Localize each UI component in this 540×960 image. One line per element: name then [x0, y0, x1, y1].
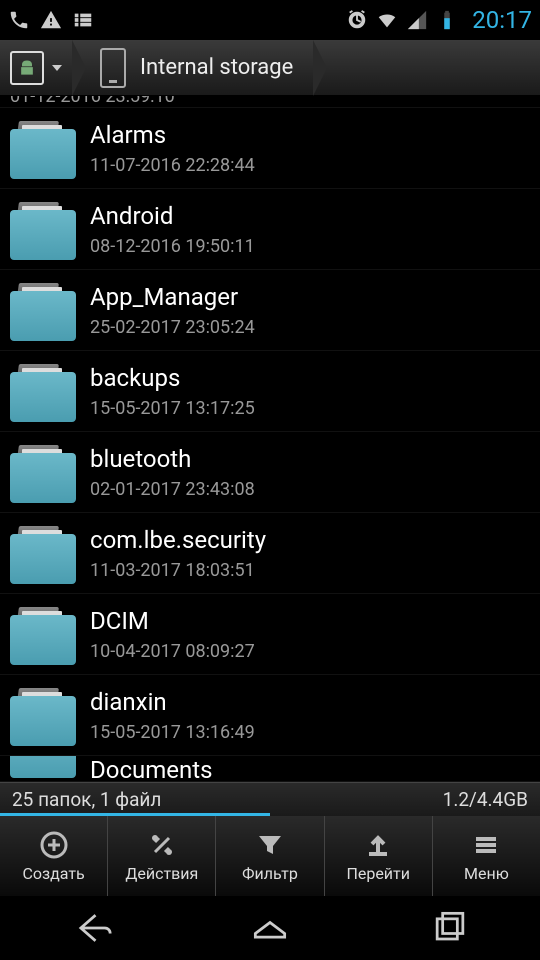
summary-bar: 25 папок, 1 файл 1.2/4.4GB — [0, 782, 540, 816]
folder-icon — [10, 360, 76, 422]
filter-icon — [255, 830, 285, 860]
folder-icon — [10, 684, 76, 746]
list-item[interactable]: App_Manager 25-02-2017 23:05:24 — [0, 270, 540, 351]
wifi-icon — [376, 9, 398, 31]
dir-tag: 08-12-2016 19:50:11 — [90, 236, 255, 257]
timestamp: 11-07-2016 22:28:44 — [90, 155, 255, 176]
tool-label: Действия — [125, 864, 198, 883]
file-name: backups — [90, 364, 528, 392]
dir-tag: 15-05-2017 13:16:49 — [90, 722, 255, 743]
list-item[interactable]: Documents — [0, 756, 540, 782]
file-name: dianxin — [90, 688, 528, 716]
filter-button[interactable]: Фильтр — [216, 816, 324, 896]
dir-tag: 15-05-2017 13:17:25 — [90, 398, 255, 419]
warning-icon — [40, 9, 62, 31]
app-icon — [10, 51, 44, 85]
back-button[interactable] — [68, 906, 112, 950]
tool-label: Перейти — [346, 864, 410, 883]
file-name: Documents — [90, 756, 528, 782]
status-bar: 20:17 — [0, 0, 540, 40]
list-item[interactable]: bluetooth 02-01-2017 23:43:08 — [0, 432, 540, 513]
system-nav-bar — [0, 896, 540, 960]
recent-button[interactable] — [428, 906, 472, 950]
tool-label: Меню — [464, 864, 509, 883]
create-button[interactable]: Создать — [0, 816, 108, 896]
file-name: com.lbe.security — [90, 526, 528, 554]
actions-icon — [147, 830, 177, 860]
folder-icon — [10, 198, 76, 260]
dir-tag: 11-07-2016 22:28:44 — [90, 155, 255, 176]
timestamp: 01-12-2016 23:59:10 — [10, 96, 175, 107]
tool-label: Фильтр — [242, 864, 298, 883]
summary-count: 25 папок, 1 файл — [12, 788, 161, 811]
list-item[interactable]: dianxin 15-05-2017 13:16:49 — [0, 675, 540, 756]
phone-handset-icon — [8, 9, 30, 31]
list-item[interactable]: Android 08-12-2016 19:50:11 — [0, 189, 540, 270]
list-icon — [72, 9, 94, 31]
folder-icon — [10, 441, 76, 503]
timestamp: 25-02-2017 23:05:24 — [90, 317, 255, 338]
location-title: Internal storage — [140, 55, 293, 80]
dir-tag: 25-02-2017 23:05:24 — [90, 317, 255, 338]
folder-icon — [10, 756, 76, 778]
list-item[interactable]: com.lbe.security 11-03-2017 18:03:51 — [0, 513, 540, 594]
goto-button[interactable]: Перейти — [325, 816, 433, 896]
app-menu-button[interactable] — [0, 40, 72, 96]
timestamp: 11-03-2017 18:03:51 — [90, 560, 255, 581]
timestamp: 10-04-2017 08:09:27 — [90, 641, 255, 662]
alarm-icon — [346, 9, 368, 31]
timestamp: 02-01-2017 23:43:08 — [90, 479, 255, 500]
list-item[interactable]: DCIM 10-04-2017 08:09:27 — [0, 594, 540, 675]
folder-icon — [10, 522, 76, 584]
timestamp: 15-05-2017 13:16:49 — [90, 722, 255, 743]
create-icon — [39, 830, 69, 860]
menu-button[interactable]: Меню — [433, 816, 540, 896]
file-list[interactable]: 01-12-2016 23:59:10 Alarms 11-07-2016 22:2… — [0, 96, 540, 782]
file-name: Android — [90, 202, 528, 230]
file-name: App_Manager — [90, 283, 528, 311]
dir-tag: 11-03-2017 18:03:51 — [90, 560, 255, 581]
folder-icon — [10, 117, 76, 179]
home-button[interactable] — [248, 906, 292, 950]
file-name: DCIM — [90, 607, 528, 635]
list-item[interactable]: Alarms 11-07-2016 22:28:44 — [0, 108, 540, 189]
battery-icon — [436, 9, 458, 31]
list-item[interactable]: backups 15-05-2017 13:17:25 — [0, 351, 540, 432]
dir-tag: 01-12-2016 23:59:10 — [10, 96, 175, 107]
folder-icon — [10, 279, 76, 341]
dir-tag: 02-01-2017 23:43:08 — [90, 479, 255, 500]
actions-button[interactable]: Действия — [108, 816, 216, 896]
file-name: Alarms — [90, 121, 528, 149]
file-name: bluetooth — [90, 445, 528, 473]
timestamp: 08-12-2016 19:50:11 — [90, 236, 255, 257]
goto-icon — [363, 830, 393, 860]
bottom-toolbar: Создать Действия Фильтр Перейти Меню — [0, 816, 540, 896]
menu-icon — [471, 830, 501, 860]
header-bar: Internal storage — [0, 40, 540, 96]
breadcrumb-location[interactable]: Internal storage — [72, 40, 313, 96]
status-clock: 20:17 — [472, 6, 532, 34]
tool-label: Создать — [22, 864, 84, 883]
timestamp: 15-05-2017 13:17:25 — [90, 398, 255, 419]
list-item[interactable]: 01-12-2016 23:59:10 — [0, 96, 540, 108]
folder-icon — [10, 603, 76, 665]
signal-icon — [406, 9, 428, 31]
dir-tag: 10-04-2017 08:09:27 — [90, 641, 255, 662]
chevron-down-icon — [52, 65, 62, 71]
storage-icon — [100, 48, 126, 88]
summary-storage: 1.2/4.4GB — [443, 788, 528, 811]
